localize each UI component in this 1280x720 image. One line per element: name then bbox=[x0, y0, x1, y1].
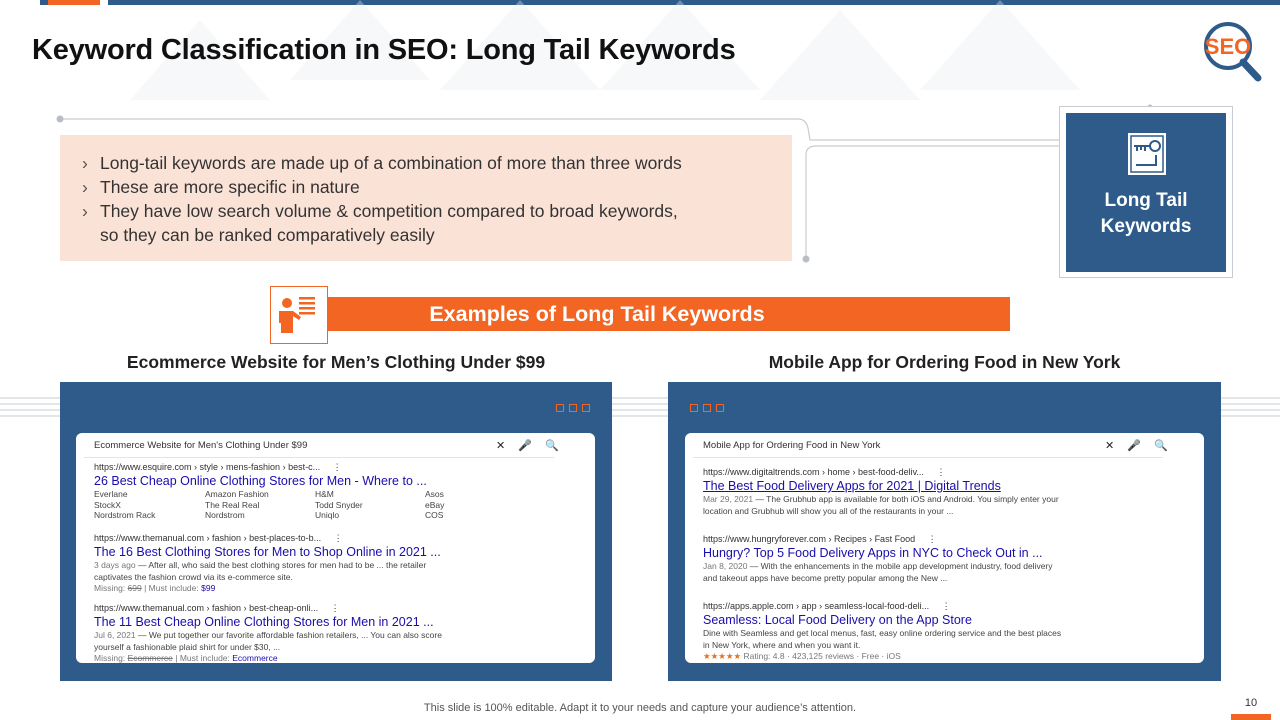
result-snippet: Dine with Seamless and get local menus, … bbox=[703, 628, 1062, 638]
search-result: https://www.digitaltrends.com › home › b… bbox=[703, 466, 1059, 517]
result-title-link[interactable]: Hungry? Top 5 Food Delivery Apps in NYC … bbox=[703, 545, 1053, 561]
clear-icon[interactable]: ✕ bbox=[496, 435, 505, 457]
search-result: https://www.esquire.com › style › mens-f… bbox=[94, 461, 485, 521]
search-input[interactable]: Ecommerce Website for Men's Clothing Und… bbox=[84, 435, 554, 458]
result-url[interactable]: https://www.esquire.com › style › mens-f… bbox=[94, 462, 320, 472]
result-snippet: Jul 6, 2021 — We put together our favori… bbox=[94, 630, 442, 640]
key-icon bbox=[1128, 133, 1166, 175]
rating-stars-icon: ★★★★★ bbox=[703, 651, 742, 661]
definition-box: › Long-tail keywords are made up of a com… bbox=[60, 135, 792, 261]
bullet-item: › Long-tail keywords are made up of a com… bbox=[82, 153, 682, 173]
bullet-item: › They have low search volume & competiti… bbox=[82, 201, 678, 221]
keyword-box-label: Long Tail Keywords bbox=[1100, 190, 1192, 237]
result-snippet: Mar 29, 2021 — The Grubhub app is availa… bbox=[703, 494, 1059, 504]
left-search-results: Ecommerce Website for Men's Clothing Und… bbox=[76, 433, 595, 663]
must-include-link[interactable]: Ecommerce bbox=[232, 653, 277, 663]
result-url[interactable]: https://www.hungryforever.com › Recipes … bbox=[703, 534, 915, 544]
search-result: https://www.hungryforever.com › Recipes … bbox=[703, 533, 1053, 584]
search-icon[interactable]: 🔍 bbox=[1154, 435, 1168, 457]
more-options-icon[interactable]: ⋮ bbox=[928, 534, 937, 544]
result-url[interactable]: https://apps.apple.com › app › seamless-… bbox=[703, 601, 929, 611]
right-search-results: Mobile App for Ordering Food in New York… bbox=[685, 433, 1204, 663]
result-store-grid: Everlane Amazon Fashion H&M Asos StockX The … bbox=[94, 489, 445, 520]
more-options-icon[interactable]: ⋮ bbox=[936, 467, 945, 477]
result-missing-line: Missing: 699 | Must include: $99 bbox=[94, 583, 216, 593]
panel-dots bbox=[556, 404, 590, 412]
result-url[interactable]: https://www.digitaltrends.com › home › b… bbox=[703, 467, 924, 477]
bullet-item: › These are more specific in nature bbox=[82, 177, 360, 197]
result-title-link[interactable]: Seamless: Local Food Delivery on the App… bbox=[703, 612, 1061, 628]
page-number-accent bbox=[1231, 714, 1271, 720]
right-example-panel: Mobile App for Ordering Food in New York… bbox=[668, 382, 1221, 681]
long-tail-keywords-box: Long Tail Keywords bbox=[1066, 113, 1226, 272]
result-title-link[interactable]: 26 Best Cheap Online Clothing Stores for… bbox=[94, 473, 485, 489]
result-snippet: 3 days ago — After all, who said the bes… bbox=[94, 560, 427, 570]
mic-icon[interactable]: 🎤 bbox=[518, 435, 532, 457]
result-title-link[interactable]: The 11 Best Cheap Online Clothing Stores… bbox=[94, 614, 442, 630]
page-number: 10 bbox=[1244, 697, 1258, 709]
bullet-continuation: so they can be ranked comparatively easi… bbox=[100, 225, 435, 245]
result-url[interactable]: https://www.themanual.com › fashion › be… bbox=[94, 603, 318, 613]
presenter-icon bbox=[270, 286, 328, 344]
result-title-link[interactable]: The 16 Best Clothing Stores for Men to S… bbox=[94, 544, 441, 560]
result-rating: ★★★★★ Rating: 4.8 · 423,125 reviews · Fr… bbox=[703, 651, 901, 661]
result-url[interactable]: https://www.themanual.com › fashion › be… bbox=[94, 533, 321, 543]
more-options-icon[interactable]: ⋮ bbox=[942, 601, 951, 611]
mic-icon[interactable]: 🎤 bbox=[1127, 435, 1141, 457]
more-options-icon[interactable]: ⋮ bbox=[333, 462, 342, 472]
examples-header-title: Examples of Long Tail Keywords bbox=[429, 302, 765, 326]
search-result: https://www.themanual.com › fashion › be… bbox=[94, 602, 442, 663]
search-input[interactable]: Mobile App for Ordering Food in New York bbox=[693, 435, 1163, 458]
panel-dots bbox=[690, 404, 724, 412]
left-example-panel: Ecommerce Website for Men's Clothing Und… bbox=[60, 382, 612, 681]
result-snippet: captivates the fashion crowd via its e-c… bbox=[94, 571, 293, 582]
result-snippet: location and Grubhub will show you all o… bbox=[703, 505, 954, 516]
search-result: https://apps.apple.com › app › seamless-… bbox=[703, 600, 1061, 663]
more-options-icon[interactable]: ⋮ bbox=[334, 533, 343, 543]
result-missing-line: Missing: Ecommerce | Must include: Ecomm… bbox=[94, 653, 278, 663]
result-snippet: in New York, where and when you want it. bbox=[703, 639, 861, 650]
result-snippet: Jan 8, 2020 — With the enhancements in t… bbox=[703, 561, 1053, 571]
result-snippet: and takeout apps have become pretty popu… bbox=[703, 572, 948, 583]
result-snippet: yourself a fashionable plaid shirt for u… bbox=[94, 641, 281, 652]
must-include-link[interactable]: $99 bbox=[201, 583, 215, 593]
left-example-caption: Ecommerce Website for Men’s Clothing Und… bbox=[126, 352, 546, 372]
more-options-icon[interactable]: ⋮ bbox=[331, 603, 340, 613]
result-title-link[interactable]: The Best Food Delivery Apps for 2021 | D… bbox=[703, 478, 1059, 494]
right-example-caption: Mobile App for Ordering Food in New York bbox=[768, 352, 1121, 372]
slide-footer-note: This slide is 100% editable. Adapt it to… bbox=[423, 702, 857, 714]
search-result: https://www.themanual.com › fashion › be… bbox=[94, 532, 441, 595]
search-icon[interactable]: 🔍 bbox=[545, 435, 559, 457]
clear-icon[interactable]: ✕ bbox=[1105, 435, 1114, 457]
